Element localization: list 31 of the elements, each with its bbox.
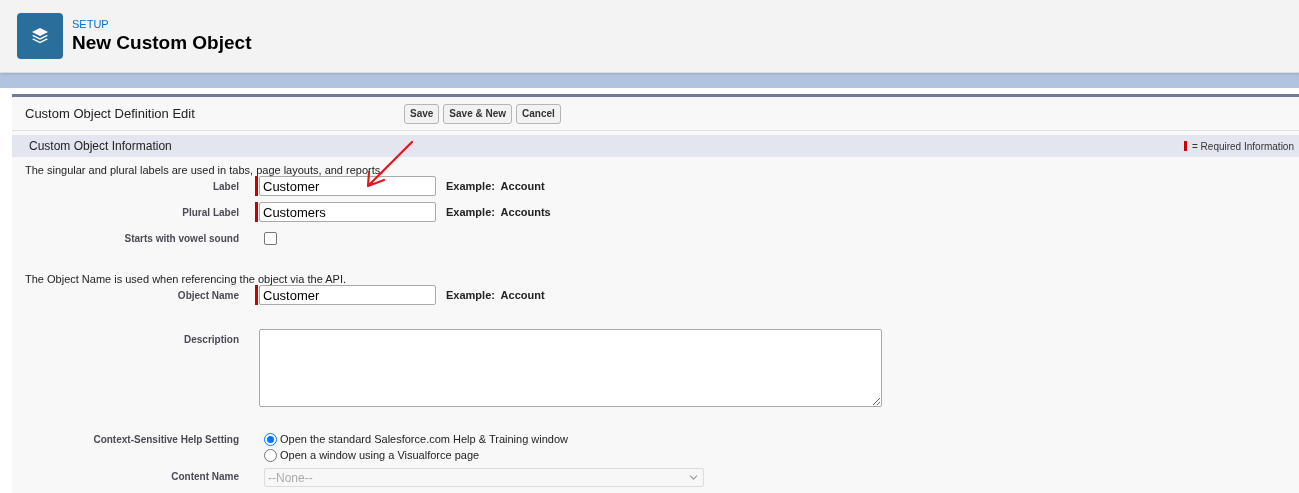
radio-button[interactable] [264, 448, 277, 462]
form-button[interactable]: Cancel [516, 103, 561, 124]
text-field[interactable]: Customers [259, 202, 436, 222]
example-text: Example: Account [446, 287, 545, 303]
form-title: Custom Object Definition Edit [24, 104, 196, 123]
form-button[interactable]: Save & New [443, 103, 513, 124]
form-button[interactable]: Save [404, 103, 440, 124]
radio-label: Open the standard Salesforce.com Help & Training window [280, 431, 568, 447]
field-label: Starts with vowel sound [124, 233, 239, 244]
field-label: Description [184, 334, 239, 345]
field-label: Plural Label [182, 207, 239, 218]
checkbox[interactable] [264, 232, 277, 245]
text-field[interactable]: Customer [259, 176, 436, 196]
radio-button[interactable] [264, 432, 277, 446]
field-label: Content Name [171, 471, 239, 482]
layers-icon [17, 13, 63, 59]
field-label: Object Name [177, 290, 239, 301]
radio-label: Open a window using a Visualforce page [280, 447, 480, 463]
breadcrumb: SETUP [72, 17, 110, 31]
text-field[interactable]: Customer [259, 285, 436, 305]
required-legend: = Required Information [1192, 138, 1294, 154]
page-title: New Custom Object [72, 31, 252, 55]
example-text: Example: Accounts [446, 204, 551, 220]
field-label: Context-Sensitive Help Setting [93, 434, 239, 445]
info-text: The singular and plural labels are used in tabs, page layouts, and reports. [25, 164, 384, 176]
description-field[interactable] [259, 329, 882, 407]
field-label: Label [212, 181, 239, 192]
info-text: The Object Name is used when referencing the object via the API. [25, 273, 346, 285]
section-title: Custom Object Information [29, 138, 172, 155]
example-text: Example: Account [446, 178, 545, 194]
required-marker [1184, 141, 1187, 151]
